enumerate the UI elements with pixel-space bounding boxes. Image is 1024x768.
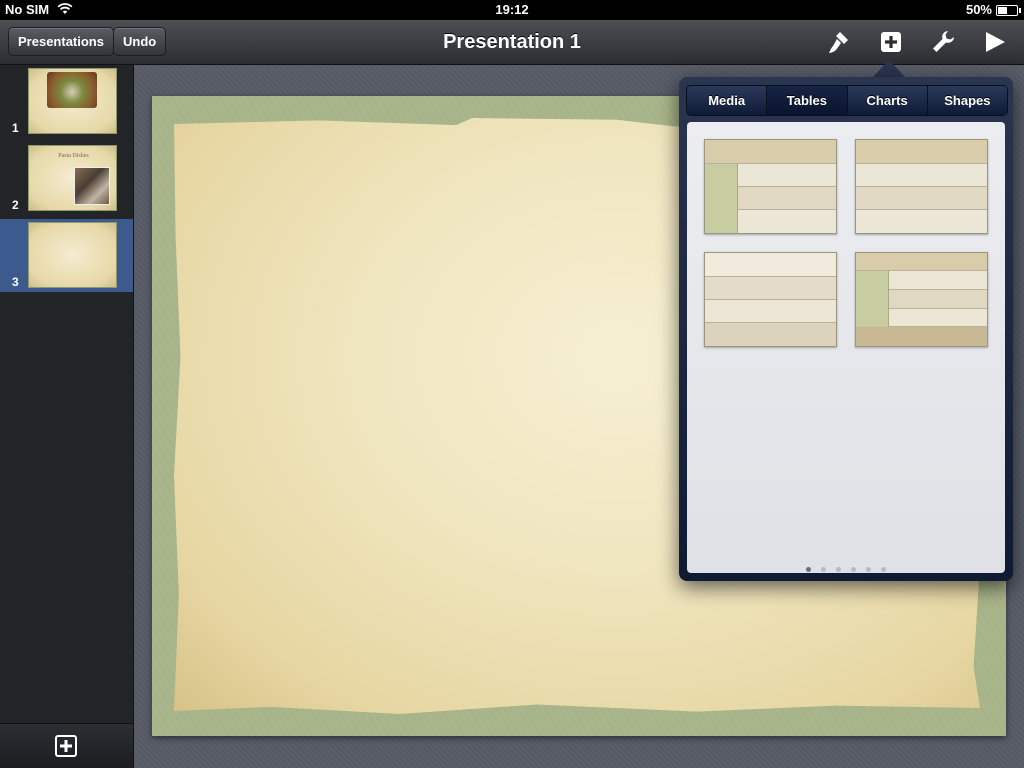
slide-thumbnail-2[interactable]: Pasta Dishes 2 <box>0 142 133 215</box>
table-header-row <box>856 253 987 271</box>
table-row <box>856 164 987 187</box>
presentations-button[interactable]: Presentations <box>8 27 114 56</box>
battery-percent: 50% <box>965 2 992 17</box>
play-icon[interactable] <box>981 28 1009 56</box>
status-bar: No SIM 19:12 50% <box>0 0 1024 20</box>
table-style-2[interactable] <box>855 139 988 234</box>
tab-shapes[interactable]: Shapes <box>927 86 1007 115</box>
table-row <box>889 290 987 309</box>
slide-thumbnail-3[interactable]: 3 <box>0 219 133 292</box>
page-indicator[interactable] <box>687 559 1005 577</box>
insert-tab-bar: Media Tables Charts Shapes <box>686 85 1008 116</box>
page-dot <box>851 567 856 572</box>
table-header-column <box>705 164 738 233</box>
sidebar-footer <box>0 723 133 768</box>
table-row <box>705 300 836 323</box>
restaurant-photo <box>74 167 110 205</box>
clock: 19:12 <box>495 2 529 17</box>
table-footer-row <box>856 327 987 346</box>
table-header-row <box>856 140 987 164</box>
battery-fill <box>998 7 1007 14</box>
slide-2-title: Pasta Dishes <box>58 153 89 159</box>
page-dot <box>836 567 841 572</box>
page-dot <box>881 567 886 572</box>
table-row <box>705 253 836 277</box>
table-header-column <box>856 271 889 327</box>
slide-thumbnail-1[interactable]: 1 <box>0 65 133 138</box>
table-style-3[interactable] <box>704 252 837 347</box>
table-row <box>705 323 836 346</box>
tab-tables[interactable]: Tables <box>767 86 848 115</box>
paintbrush-icon[interactable] <box>826 28 854 56</box>
slide-3-preview <box>28 222 117 288</box>
insert-popover: Media Tables Charts Shapes <box>679 77 1013 581</box>
page-dot <box>866 567 871 572</box>
slide-number: 2 <box>12 198 19 212</box>
slide-number: 1 <box>12 121 19 135</box>
table-style-1[interactable] <box>704 139 837 234</box>
table-row <box>738 187 836 210</box>
tab-charts[interactable]: Charts <box>847 86 928 115</box>
table-row <box>889 309 987 327</box>
page-dot <box>806 567 811 572</box>
food-photo <box>47 72 97 108</box>
table-styles-panel <box>687 122 1005 573</box>
table-row <box>856 210 987 233</box>
insert-icon[interactable] <box>877 28 905 56</box>
table-row <box>856 187 987 210</box>
table-row <box>738 164 836 187</box>
tab-media[interactable]: Media <box>687 86 768 115</box>
table-style-4[interactable] <box>855 252 988 347</box>
slide-1-preview <box>28 68 117 134</box>
popover-arrow <box>872 60 906 78</box>
slide-number: 3 <box>12 275 19 289</box>
page-dot <box>821 567 826 572</box>
table-row <box>889 271 987 290</box>
battery-icon <box>996 5 1021 16</box>
table-row <box>738 210 836 233</box>
table-header-row <box>705 140 836 164</box>
wrench-icon[interactable] <box>929 28 957 56</box>
undo-button[interactable]: Undo <box>113 27 167 56</box>
add-slide-icon[interactable] <box>55 735 77 757</box>
toolbar: Presentation 1 Presentations Undo <box>0 20 1024 65</box>
slide-2-preview: Pasta Dishes <box>28 145 117 211</box>
slide-navigator: 1 Pasta Dishes 2 3 <box>0 65 134 768</box>
table-row <box>705 277 836 300</box>
